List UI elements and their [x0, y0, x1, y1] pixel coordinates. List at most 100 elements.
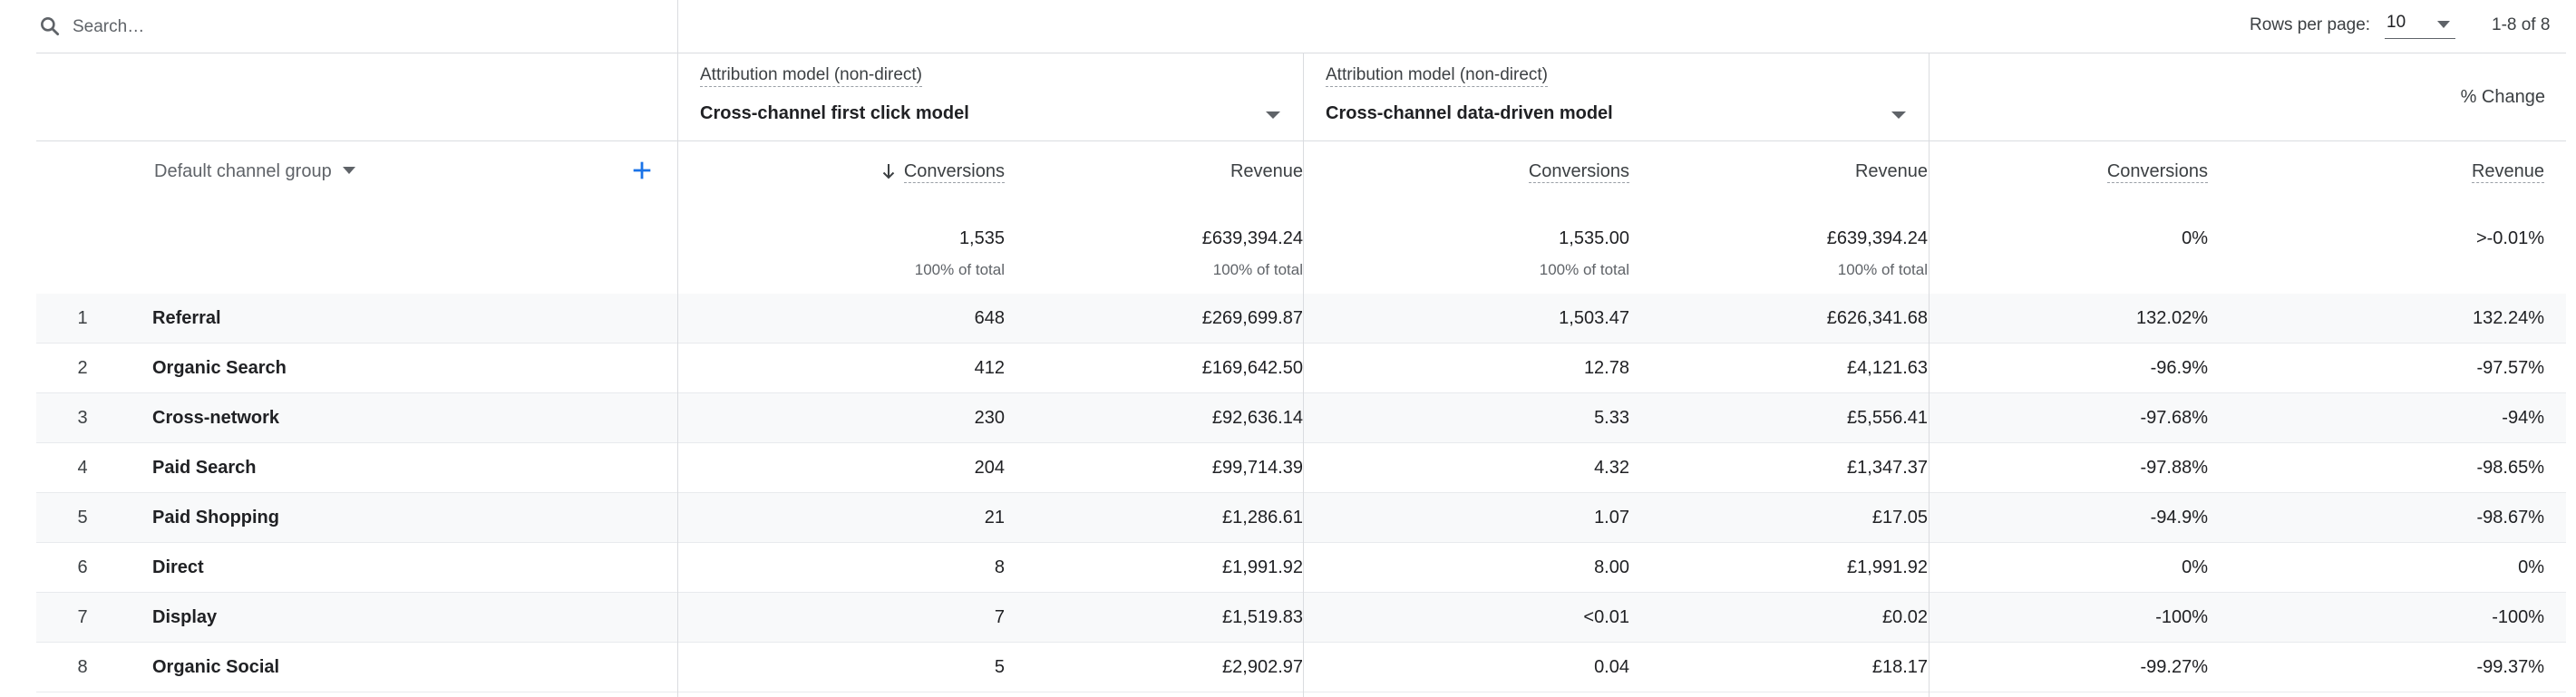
channel-name[interactable]: Organic Social	[152, 657, 279, 678]
model-select-first[interactable]: Cross-channel first click model	[700, 102, 1280, 131]
cell-conversions-second: 1,503.47	[1559, 308, 1629, 328]
search-box[interactable]	[36, 0, 678, 53]
total-conversions-first: 1,535	[958, 228, 1005, 248]
cell-conversions-second: <0.01	[1583, 607, 1629, 627]
cell-revenue-change: -100%	[2492, 607, 2544, 627]
cell-revenue-second: £17.05	[1871, 508, 1928, 528]
model-select-value: Cross-channel data-driven model	[1326, 103, 1613, 123]
arrow-down-icon	[882, 164, 895, 179]
table-row[interactable]: 4 Paid Search 204 £99,714.39 4.32 £1,347.37 -9…	[36, 443, 2566, 493]
model-group-data-driven: Attribution model (non-direct) Cross-cha…	[1303, 53, 1929, 140]
channel-name[interactable]: Display	[152, 607, 217, 628]
search-input[interactable]	[71, 13, 655, 42]
column-header-label: Revenue	[1854, 161, 1928, 181]
cell-conversions-first: 412	[974, 358, 1005, 378]
table-row[interactable]: 3 Cross-network 230 £92,636.14 5.33 £5,556.41…	[36, 393, 2566, 443]
caret-down-icon	[1266, 111, 1280, 119]
column-header-revenue-first[interactable]: Revenue	[1230, 161, 1303, 182]
cell-conversions-change: 132.02%	[2136, 308, 2208, 328]
row-index: 1	[77, 308, 88, 328]
cell-conversions-first: 21	[984, 508, 1005, 528]
cell-revenue-change: -99.37%	[2476, 657, 2545, 677]
total-revenue-second: £639,394.24	[1826, 228, 1928, 248]
cell-revenue-second: £1,347.37	[1847, 458, 1928, 478]
row-index: 5	[77, 508, 88, 528]
plus-icon[interactable]	[629, 158, 655, 183]
column-header-label: Conversions	[2106, 161, 2208, 183]
column-header-conversions-change[interactable]: Conversions	[2106, 161, 2208, 183]
channel-name[interactable]: Referral	[152, 308, 221, 329]
cell-revenue-first: £1,286.61	[1222, 508, 1303, 528]
cell-revenue-second: £626,341.68	[1826, 308, 1928, 328]
report-table: Rows per page: 10 1-8 of 8 Attribution m…	[0, 0, 2576, 697]
column-header-conversions-second[interactable]: Conversions	[1528, 161, 1629, 183]
cell-conversions-change: -97.68%	[2140, 408, 2209, 428]
dimension-label: Default channel group	[154, 161, 332, 181]
channel-name[interactable]: Cross-network	[152, 408, 279, 429]
cell-conversions-change: -97.88%	[2140, 458, 2209, 478]
rows-per-page-select[interactable]: 10	[2385, 9, 2455, 39]
model-caption: Attribution model (non-direct)	[700, 65, 922, 87]
total-share-label: 100% of total	[1837, 261, 1928, 278]
column-header-label: Revenue	[2471, 161, 2544, 183]
channel-name[interactable]: Direct	[152, 557, 204, 578]
cell-conversions-second: 4.32	[1594, 458, 1629, 478]
cell-revenue-second: £0.02	[1881, 607, 1928, 627]
caret-down-icon	[1891, 111, 1906, 119]
cell-conversions-change: -96.9%	[2150, 358, 2208, 378]
cell-revenue-first: £169,642.50	[1201, 358, 1303, 378]
table-row[interactable]: 5 Paid Shopping 21 £1,286.61 1.07 £17.05 -94.9…	[36, 493, 2566, 543]
total-conversions-second: 1,535.00	[1559, 228, 1629, 248]
column-header-row: Default channel group Conversions Revenu…	[36, 141, 2566, 295]
table-body: 1 Referral 648 £269,699.87 1,503.47 £626,341.…	[36, 294, 2566, 692]
change-group: % Change	[1929, 53, 2567, 140]
table-row[interactable]: 2 Organic Search 412 £169,642.50 12.78 £4,121…	[36, 344, 2566, 393]
cell-revenue-change: -94%	[2502, 408, 2544, 428]
channel-name[interactable]: Organic Search	[152, 358, 287, 379]
cell-conversions-second: 5.33	[1594, 408, 1629, 428]
cell-revenue-second: £4,121.63	[1847, 358, 1928, 378]
row-index: 7	[77, 607, 88, 627]
cell-revenue-first: £1,519.83	[1222, 607, 1303, 627]
row-index: 8	[77, 657, 88, 677]
cell-revenue-change: 132.24%	[2473, 308, 2544, 328]
column-header-revenue-second[interactable]: Revenue	[1855, 161, 1928, 182]
cell-conversions-first: 648	[974, 308, 1005, 328]
cell-revenue-second: £1,991.92	[1847, 557, 1928, 577]
column-header-label: Conversions	[1528, 161, 1629, 183]
caret-down-icon	[342, 167, 355, 174]
row-index: 3	[77, 408, 88, 428]
table-row[interactable]: 6 Direct 8 £1,991.92 8.00 £1,991.92 0% 0%	[36, 543, 2566, 593]
cell-conversions-second: 8.00	[1594, 557, 1629, 577]
column-header-revenue-change[interactable]: Revenue	[2471, 161, 2544, 183]
cell-conversions-first: 204	[974, 458, 1005, 478]
total-share-label: 100% of total	[1212, 261, 1303, 278]
dimension-select[interactable]: Default channel group	[154, 161, 355, 190]
cell-conversions-second: 0.04	[1594, 657, 1629, 677]
rows-per-page-label: Rows per page:	[2250, 15, 2371, 34]
cell-revenue-first: £99,714.39	[1211, 458, 1303, 478]
cell-conversions-first: 5	[994, 657, 1005, 677]
table-row[interactable]: 8 Organic Social 5 £2,902.97 0.04 £18.17 -99.2…	[36, 643, 2566, 692]
channel-name[interactable]: Paid Search	[152, 458, 257, 479]
percent-change-label: % Change	[2460, 87, 2545, 107]
cell-revenue-change: -98.67%	[2476, 508, 2545, 528]
model-select-second[interactable]: Cross-channel data-driven model	[1326, 102, 1906, 131]
table-row[interactable]: 7 Display 7 £1,519.83 <0.01 £0.02 -100% -100%	[36, 593, 2566, 643]
column-header-conversions-first[interactable]: Conversions	[882, 161, 1005, 183]
model-select-value: Cross-channel first click model	[700, 103, 969, 123]
cell-conversions-change: -99.27%	[2140, 657, 2209, 677]
row-index: 6	[77, 557, 88, 577]
row-index: 4	[77, 458, 88, 478]
cell-conversions-second: 12.78	[1583, 358, 1629, 378]
cell-revenue-change: -98.65%	[2476, 458, 2545, 478]
row-index: 2	[77, 358, 88, 378]
cell-conversions-first: 7	[994, 607, 1005, 627]
search-icon	[41, 17, 60, 36]
table-toolbar: Rows per page: 10 1-8 of 8	[36, 0, 2566, 53]
total-conversions-change: 0%	[2182, 228, 2208, 248]
channel-name[interactable]: Paid Shopping	[152, 508, 279, 528]
table-row[interactable]: 1 Referral 648 £269,699.87 1,503.47 £626,341.…	[36, 294, 2566, 344]
cell-conversions-second: 1.07	[1594, 508, 1629, 528]
column-header-label: Conversions	[903, 161, 1005, 183]
